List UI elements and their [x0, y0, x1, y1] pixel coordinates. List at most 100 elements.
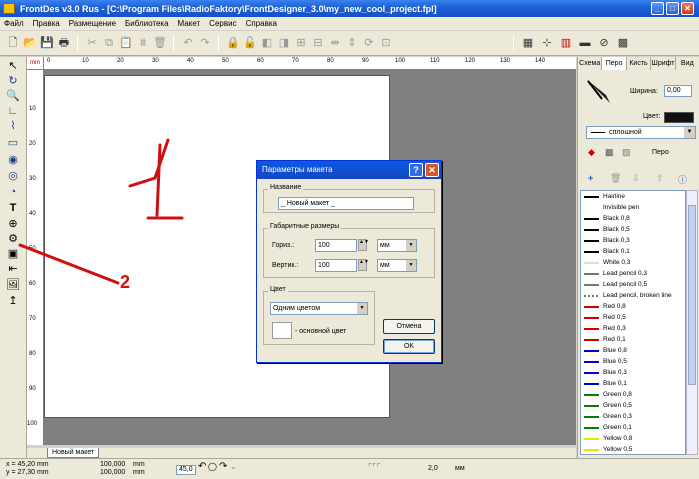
cut-icon[interactable]: ✂ [85, 36, 99, 50]
pen-list-item[interactable]: Blue 0,1 [581, 378, 685, 389]
line-tool-icon[interactable]: ∟ [5, 104, 21, 118]
pen-list-item[interactable]: White 0,3 [581, 257, 685, 268]
help-icon[interactable]: ⓘ [678, 173, 687, 186]
lock-icon[interactable]: 🔒 [226, 36, 240, 50]
pen-list-item[interactable]: Black 0,8 [581, 213, 685, 224]
angle-input[interactable]: 45,0 [176, 465, 196, 475]
snap-grid-icon[interactable]: ⊹ [540, 36, 554, 50]
pen-list-item[interactable]: Invisible pen [581, 202, 685, 213]
pen-list-item[interactable]: Yellow 0,8 [581, 433, 685, 444]
menu-file[interactable]: Файл [4, 19, 24, 28]
pen-list-item[interactable]: Black 0,5 [581, 224, 685, 235]
flip-icon[interactable]: ⇕ [345, 36, 359, 50]
layer-icon[interactable]: ▥ [559, 36, 573, 50]
pen-list-item[interactable]: Lead pencil, broken line [581, 290, 685, 301]
tab-new-layout[interactable]: Новый макет [47, 448, 100, 458]
align-icon[interactable]: ⊡ [379, 36, 393, 50]
chevron-down-icon[interactable]: ⌄ [230, 463, 237, 471]
fill-icon[interactable]: ▩ [605, 147, 614, 158]
vert-unit-select[interactable]: мм ▼ [377, 259, 417, 272]
measure-tool-icon[interactable]: ⇤ [5, 262, 21, 276]
tab-pen[interactable]: Перо [602, 57, 627, 70]
move-up-icon[interactable]: ⇧ [656, 173, 664, 184]
horiz-input[interactable]: 100 [315, 239, 357, 252]
menu-placement[interactable]: Размещение [69, 19, 116, 28]
select-arrow-icon[interactable]: ↖ [5, 59, 21, 73]
pen-list-item[interactable]: Black 0,3 [581, 235, 685, 246]
horiz-unit-select[interactable]: мм ▼ [377, 239, 417, 252]
main-color-swatch[interactable] [272, 322, 292, 339]
pen-list-item[interactable]: Green 0,5 [581, 400, 685, 411]
ruler-unit[interactable]: mm [27, 57, 44, 70]
rectangle-tool-icon[interactable]: ▭ [5, 136, 21, 150]
open-folder-icon[interactable]: 📂 [23, 36, 37, 50]
save-icon[interactable]: 💾 [40, 36, 54, 50]
delete-icon[interactable]: 🗑 [153, 36, 167, 50]
cancel-button[interactable]: Отмена [383, 319, 435, 334]
unlock-icon[interactable]: 🔓 [243, 36, 257, 50]
gear-scale-tool-icon[interactable]: ⚙ [5, 232, 21, 246]
ok-button[interactable]: OK [383, 339, 435, 354]
layout-name-input[interactable]: _ Новый макет _ [278, 197, 414, 210]
rotate-icon[interactable]: ⟳ [362, 36, 376, 50]
pen-list-scrollbar[interactable] [686, 190, 698, 455]
tab-font[interactable]: Шрифт [651, 57, 676, 70]
minimize-button[interactable]: _ [651, 2, 664, 15]
pen-color-swatch[interactable] [664, 112, 694, 123]
text-tool-icon[interactable]: T [5, 201, 21, 215]
chevron-down-icon[interactable]: ▼ [406, 240, 416, 251]
pen-list-item[interactable]: Green 0,8 [581, 389, 685, 400]
pen-list-item[interactable]: Black 0,1 [581, 246, 685, 257]
ruler-icon[interactable]: ▬ [578, 36, 592, 50]
panel-tool-icon[interactable]: ▣ [5, 247, 21, 261]
pen-list[interactable]: Hairline Invisible pen Black 0,8 Black 0,5 B… [580, 190, 686, 455]
rotate-left-icon[interactable]: ↶ [198, 462, 206, 472]
send-back-icon[interactable]: ◨ [277, 36, 291, 50]
chevron-down-icon[interactable]: ▼ [357, 303, 367, 314]
ungroup-icon[interactable]: ⊟ [311, 36, 325, 50]
copy-icon[interactable]: ⧉ [102, 36, 116, 50]
vert-input[interactable]: 100 [315, 259, 357, 272]
pattern-icon[interactable]: ▧ [622, 147, 631, 158]
pen-list-item[interactable]: Red 0,3 [581, 323, 685, 334]
pen-list-item[interactable]: Lead pencil 0,3 [581, 268, 685, 279]
chevron-down-icon[interactable]: ▼ [406, 260, 416, 271]
circle-tool-icon[interactable]: ◉ [5, 153, 21, 167]
pen-list-item[interactable]: Blue 0,8 [581, 345, 685, 356]
dimension-tool-icon[interactable]: ↥ [5, 294, 21, 308]
move-down-icon[interactable]: ⇩ [632, 173, 640, 184]
pen-list-item[interactable]: Red 0,5 [581, 312, 685, 323]
mirror-icon[interactable]: ⇹ [328, 36, 342, 50]
line-width-value[interactable]: 2,0 [428, 465, 438, 473]
paste-icon[interactable]: 📋 [119, 36, 133, 50]
pen-list-item[interactable]: Green 0,3 [581, 411, 685, 422]
pen-list-item[interactable]: Red 0,1 [581, 334, 685, 345]
menu-edit[interactable]: Правка [33, 19, 60, 28]
image-tool-icon[interactable]: 🖼 [5, 278, 21, 292]
zoom-icon[interactable]: ⊘ [597, 36, 611, 50]
redo-icon[interactable]: ↷ [198, 36, 212, 50]
dialog-help-button[interactable]: ? [409, 163, 423, 177]
tab-brush[interactable]: Кисть [627, 57, 652, 70]
delete-pen-icon[interactable]: 🗑 [610, 173, 621, 184]
corner-icon[interactable]: ⌜⌜⌜ [368, 463, 381, 472]
hole-tool-icon[interactable]: ⊕ [5, 217, 21, 231]
menu-service[interactable]: Сервис [209, 19, 236, 28]
paste-special-icon[interactable]: ⩩ [136, 36, 150, 50]
maximize-button[interactable]: □ [666, 2, 679, 15]
pen-list-item[interactable]: Green 0,1 [581, 422, 685, 433]
circle-icon[interactable]: ◯ [208, 463, 217, 471]
line-style-select[interactable]: сплошной ▼ [586, 126, 696, 139]
width-input[interactable]: 0,00 [664, 85, 692, 97]
chevron-down-icon[interactable]: ▼ [684, 127, 695, 138]
polyline-tool-icon[interactable]: ⌇ [5, 119, 21, 133]
add-pen-icon[interactable]: + [588, 173, 593, 183]
settings-icon[interactable]: ▩ [616, 36, 630, 50]
dialog-close-button[interactable]: ✕ [425, 163, 439, 177]
close-button[interactable]: ✕ [681, 2, 694, 15]
group-icon[interactable]: ⊞ [294, 36, 308, 50]
pen-list-item[interactable]: Blue 0,3 [581, 367, 685, 378]
grid-icon[interactable]: ▦ [521, 36, 535, 50]
rotate-tool-icon[interactable]: ↻ [5, 74, 21, 88]
ellipse-tool-icon[interactable]: ◎ [5, 169, 21, 183]
